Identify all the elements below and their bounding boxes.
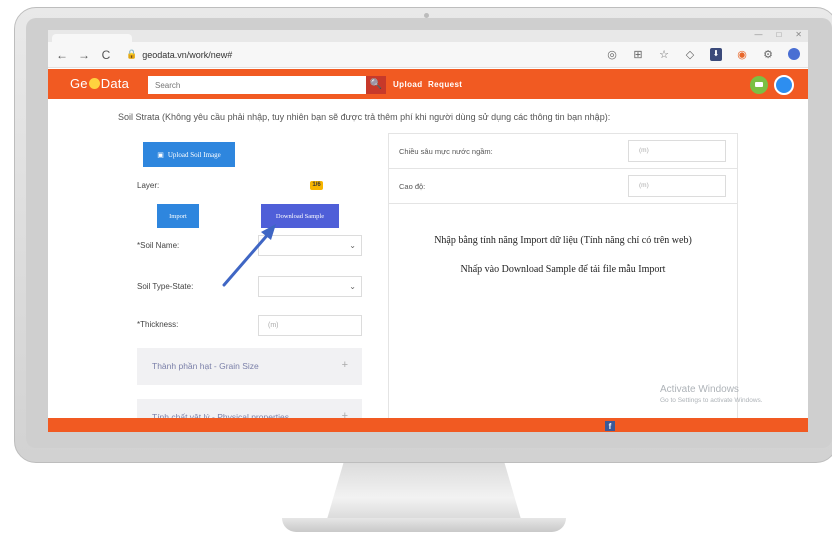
watermark-subtitle: Go to Settings to activate Windows. (660, 397, 763, 404)
camera-dot (424, 13, 429, 18)
star-icon[interactable]: ☆ (658, 48, 670, 61)
lock-icon[interactable]: 🔒 (126, 49, 137, 60)
app-header: Ge Data 🔍 Upload Request (48, 69, 808, 99)
url-field[interactable]: geodata.vn/work/new# (142, 50, 232, 60)
monitor-base (282, 518, 566, 532)
translate-icon[interactable]: ⊞ (632, 48, 644, 61)
section-title: Soil Strata (Không yêu cầu phải nhập, tu… (118, 112, 611, 122)
chevron-down-icon: ⌄ (349, 282, 356, 291)
logo-globe-icon (88, 78, 100, 89)
grain-size-label: Thành phần hạt - Grain Size (152, 361, 259, 371)
window-controls: — □ ✕ (754, 30, 802, 42)
import-hint-text: Nhập bằng tính năng Import dữ liệu (Tính… (434, 235, 692, 246)
groundwater-row: Chiều sâu mực nước ngầm: (m) (389, 134, 737, 169)
user-avatar-icon[interactable] (774, 75, 794, 95)
soil-name-label: *Soil Name: (137, 241, 180, 250)
download-sample-label: Download Sample (275, 212, 325, 220)
monitor-stand (326, 463, 522, 521)
address-bar: ← → C 🔒 geodata.vn/work/new# ◎ ⊞ ☆ ◇ ⬇ ◉… (48, 42, 808, 68)
search-button[interactable]: 🔍 (366, 76, 386, 94)
annotation-arrow-icon (222, 224, 276, 287)
puzzle-icon[interactable]: ⚙ (762, 48, 774, 61)
image-icon: ▣ (157, 150, 164, 159)
tab-strip: — □ ✕ (48, 30, 808, 42)
watermark-title: Activate Windows (660, 384, 739, 395)
nav-upload[interactable]: Upload (393, 80, 423, 89)
upload-soil-image-label: Upload Soil Image (167, 150, 221, 159)
circle-extension-icon[interactable]: ◉ (736, 48, 748, 61)
facebook-icon[interactable]: f (605, 421, 615, 431)
download-icon[interactable]: ⬇ (710, 48, 722, 61)
reload-icon[interactable]: C (98, 48, 114, 62)
thickness-label: *Thickness: (137, 320, 179, 329)
groundwater-input[interactable]: (m) (628, 140, 726, 162)
logo-text-right: Data (100, 76, 130, 91)
browser-window: — □ ✕ ← → C 🔒 geodata.vn/work/new# ◎ ⊞ ☆… (48, 30, 808, 432)
logo-text-left: Ge (70, 76, 88, 91)
minimize-button[interactable]: — (754, 30, 762, 42)
plus-icon: + (341, 359, 348, 371)
layer-label: Layer: (137, 181, 160, 190)
forward-icon[interactable]: → (76, 48, 92, 62)
download-hint-text: Nhấp vào Download Sample để tải file mẫu… (460, 264, 666, 275)
chevron-down-icon: ⌄ (349, 241, 356, 250)
thickness-input[interactable]: (m) (258, 315, 362, 336)
location-icon[interactable]: ◎ (606, 48, 618, 61)
upload-soil-image-button[interactable]: ▣ Upload Soil Image (143, 142, 235, 167)
search-icon: 🔍 (369, 79, 383, 90)
activate-windows-watermark: Activate Windows Go to Settings to activ… (660, 384, 763, 404)
extension-toolbar: ◎ ⊞ ☆ ◇ ⬇ ◉ ⚙ (606, 48, 800, 61)
app-footer: f (48, 418, 808, 432)
logo[interactable]: Ge Data (70, 76, 129, 91)
elevation-label: Cao độ: (399, 182, 426, 191)
close-button[interactable]: ✕ (795, 30, 802, 42)
back-icon[interactable]: ← (54, 48, 70, 62)
elevation-input[interactable]: (m) (628, 175, 726, 197)
elevation-row: Cao độ: (m) (389, 169, 737, 204)
grain-size-accordion[interactable]: Thành phần hạt - Grain Size + (137, 348, 362, 385)
browser-tab[interactable] (52, 34, 132, 42)
monitor-mockup: — □ ✕ ← → C 🔒 geodata.vn/work/new# ◎ ⊞ ☆… (0, 0, 832, 533)
chat-icon[interactable] (750, 76, 768, 94)
soil-type-label: Soil Type-State: (137, 282, 194, 291)
maximize-button[interactable]: □ (776, 30, 781, 42)
import-button[interactable]: Import (157, 204, 199, 228)
profile-avatar-icon[interactable] (788, 48, 800, 60)
shield-icon[interactable]: ◇ (684, 48, 696, 61)
info-panel: Chiều sâu mực nước ngầm: (m) Cao độ: (m)… (388, 133, 738, 423)
nav-request[interactable]: Request (428, 80, 462, 89)
layer-count-badge: 1/6 (310, 181, 323, 190)
import-label: Import (169, 212, 187, 220)
groundwater-label: Chiều sâu mực nước ngầm: (399, 147, 493, 156)
search-input[interactable] (148, 76, 366, 94)
